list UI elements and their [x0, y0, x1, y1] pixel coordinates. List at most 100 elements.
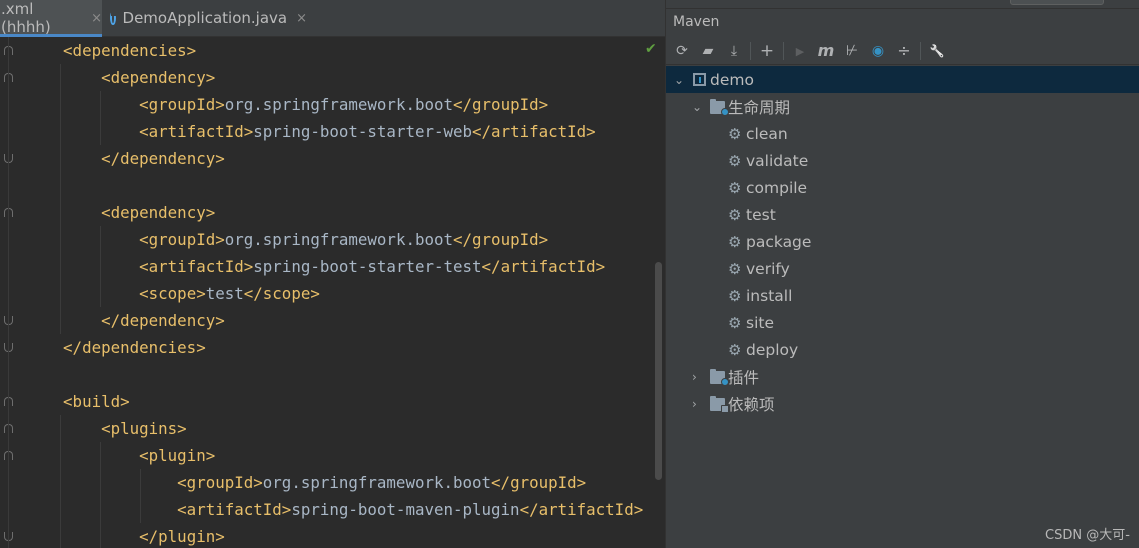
xml-tag: </artifactId>: [481, 257, 606, 276]
tree-node-label: 依赖项: [728, 395, 775, 414]
xml-text: test: [205, 284, 244, 303]
gear-icon: ⚙: [728, 340, 742, 359]
tab-label: .xml (hhhh): [1, 0, 51, 36]
editor-scrollbar[interactable]: [655, 262, 662, 480]
xml-tag: <scope>: [139, 284, 206, 303]
reload-icon[interactable]: ⟳: [672, 41, 692, 61]
tree-node-label: 生命周期: [728, 98, 791, 117]
code-line[interactable]: <plugins>: [25, 415, 187, 442]
maven-project-icon: [693, 73, 706, 86]
code-line[interactable]: <groupId>org.springframework.boot</group…: [25, 226, 548, 253]
tree-node-label: package: [746, 232, 812, 251]
settings-wrench-icon[interactable]: 🔧: [927, 41, 947, 61]
xml-text: org.springframework.boot: [262, 473, 492, 492]
editor-gutter: [0, 37, 22, 548]
xml-tag: </groupId>: [453, 95, 549, 114]
code-line[interactable]: <plugin>: [25, 442, 215, 469]
code-line[interactable]: <artifactId>spring-boot-starter-test</ar…: [25, 253, 605, 280]
tree-node-goal-clean[interactable]: ⚙ clean: [666, 120, 1139, 147]
chevron-down-icon[interactable]: ⌄: [674, 73, 684, 87]
tree-node-label: deploy: [746, 340, 799, 359]
tree-node-goal-site[interactable]: ⚙ site: [666, 309, 1139, 336]
xml-tag: <artifactId>: [139, 257, 254, 276]
offline-icon[interactable]: ◉: [868, 41, 888, 61]
gear-icon: ⚙: [728, 151, 742, 170]
xml-tag: <artifactId>: [139, 122, 254, 141]
plugins-folder-icon: [710, 369, 729, 386]
watermark: CSDN @大可-: [1045, 528, 1130, 543]
code-editor[interactable]: .xml (hhhh) × DemoApplication.java × <de…: [0, 0, 665, 548]
close-icon[interactable]: ×: [296, 11, 307, 26]
xml-tag: </groupId>: [491, 473, 587, 492]
maven-title: Maven: [673, 14, 720, 30]
tree-node-plugins[interactable]: › 插件: [666, 363, 1139, 390]
maven-header: Maven: [666, 0, 1139, 36]
collapse-all-icon[interactable]: ÷: [894, 41, 914, 61]
tree-node-lifecycle[interactable]: ⌄ 生命周期: [666, 93, 1139, 120]
dependencies-folder-icon: [710, 396, 729, 413]
tab-pom-xml[interactable]: .xml (hhhh) ×: [0, 0, 102, 37]
toolbar-separator: [920, 42, 921, 60]
chevron-down-icon[interactable]: ⌄: [692, 100, 702, 114]
execute-goal-icon[interactable]: m: [816, 41, 836, 61]
chevron-right-icon[interactable]: ›: [692, 397, 697, 411]
tree-node-label: demo: [710, 70, 754, 89]
xml-tag: </dependencies>: [63, 338, 206, 357]
code-line[interactable]: <dependency>: [25, 199, 215, 226]
code-line[interactable]: <dependencies>: [25, 37, 196, 64]
gear-icon: ⚙: [728, 259, 742, 278]
run-icon[interactable]: ▶: [790, 41, 810, 61]
code-line[interactable]: <artifactId>spring-boot-maven-plugin</ar…: [25, 496, 643, 523]
xml-text: spring-boot-starter-web: [253, 122, 473, 141]
xml-tag: <plugins>: [101, 419, 187, 438]
code-line[interactable]: </plugin>: [25, 523, 225, 548]
close-icon[interactable]: ×: [91, 11, 102, 26]
tree-node-label: test: [746, 205, 776, 224]
no-problems-check-icon: ✔: [645, 41, 657, 57]
tree-node-label: install: [746, 286, 793, 305]
code-line[interactable]: <artifactId>spring-boot-starter-web</art…: [25, 118, 596, 145]
tab-demo-application[interactable]: DemoApplication.java ×: [102, 0, 307, 36]
xml-tag: </scope>: [243, 284, 320, 303]
tree-node-label: site: [746, 313, 774, 332]
download-icon[interactable]: ⤓: [724, 41, 744, 61]
generate-sources-icon[interactable]: ▰: [698, 41, 718, 61]
tree-node-goal-install[interactable]: ⚙ install: [666, 282, 1139, 309]
java-class-icon: [110, 10, 116, 25]
tree-node-goal-verify[interactable]: ⚙ verify: [666, 255, 1139, 282]
code-line[interactable]: <build>: [25, 388, 130, 415]
gutter-line: [8, 37, 9, 548]
tree-node-label: verify: [746, 259, 790, 278]
xml-tag: <groupId>: [177, 473, 263, 492]
code-line[interactable]: </dependency>: [25, 307, 225, 334]
maven-toolbar: ⟳ ▰ ⤓ + ▶ m ⊬ ◉ ÷ 🔧: [666, 37, 1139, 71]
tree-node-goal-package[interactable]: ⚙ package: [666, 228, 1139, 255]
code-line[interactable]: <groupId>org.springframework.boot</group…: [25, 469, 586, 496]
chevron-right-icon[interactable]: ›: [692, 370, 697, 384]
tree-node-goal-validate[interactable]: ⚙ validate: [666, 147, 1139, 174]
code-line[interactable]: <dependency>: [25, 64, 215, 91]
tree-node-dependencies[interactable]: › 依赖项: [666, 390, 1139, 417]
xml-tag: <dependencies>: [63, 41, 197, 60]
code-line[interactable]: <scope>test</scope>: [25, 280, 320, 307]
maven-tool-window: Maven ⟳ ▰ ⤓ + ▶ m ⊬ ◉ ÷ 🔧 ⌄ demo ⌄ 生命周期 …: [665, 0, 1139, 548]
skip-tests-icon[interactable]: ⊬: [842, 41, 862, 61]
tree-node-project[interactable]: ⌄ demo: [666, 66, 1139, 93]
tree-node-goal-compile[interactable]: ⚙ compile: [666, 174, 1139, 201]
xml-text: org.springframework.boot: [224, 95, 454, 114]
xml-tag: </artifactId>: [472, 122, 596, 141]
tree-node-label: 插件: [728, 368, 760, 387]
tree-node-label: clean: [746, 124, 788, 143]
code-line[interactable]: </dependency>: [25, 145, 225, 172]
add-project-icon[interactable]: +: [757, 41, 777, 61]
gear-icon: ⚙: [728, 205, 742, 224]
tree-node-goal-deploy[interactable]: ⚙ deploy: [666, 336, 1139, 363]
tree-node-goal-test[interactable]: ⚙ test: [666, 201, 1139, 228]
code-line[interactable]: </dependencies>: [25, 334, 206, 361]
xml-tag: </artifactId>: [519, 500, 644, 519]
code-line[interactable]: <groupId>org.springframework.boot</group…: [25, 91, 548, 118]
toolbar-separator: [750, 42, 751, 60]
xml-text: org.springframework.boot: [224, 230, 454, 249]
xml-tag: <groupId>: [139, 95, 225, 114]
xml-tag: </plugin>: [139, 527, 225, 546]
